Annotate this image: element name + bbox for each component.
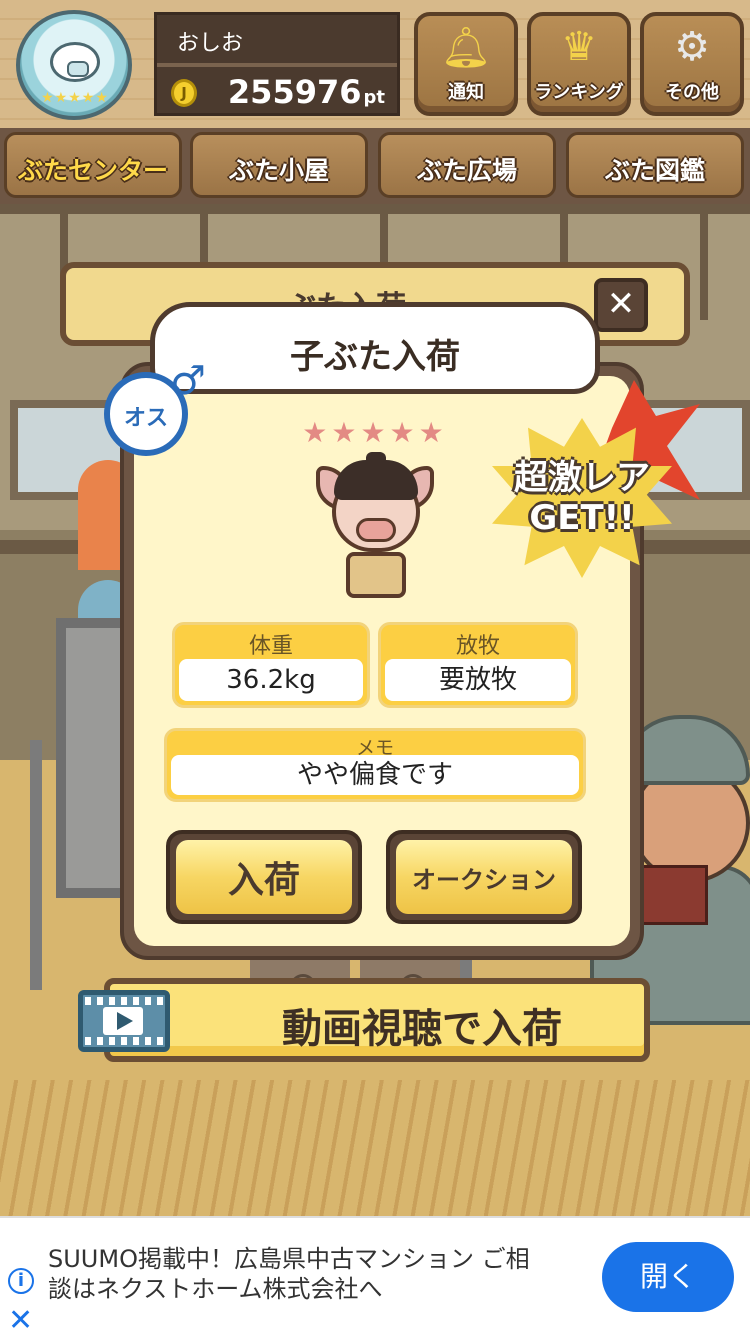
notification-label: 通知 xyxy=(448,82,484,103)
points-display: 255976 pt xyxy=(228,73,385,111)
tab-label: ぶたセンター xyxy=(17,156,168,185)
pig-face-icon xyxy=(50,42,100,82)
snout xyxy=(356,518,396,542)
ranking-label: ランキング xyxy=(534,82,624,103)
other-button[interactable]: ⚙ その他 xyxy=(640,12,744,116)
gender-label: オス xyxy=(123,406,168,431)
rarity-burst-line1: 超激レア xyxy=(514,458,650,498)
rank-stars-icon: ★★★★★ xyxy=(41,90,109,106)
piglet-robe xyxy=(346,552,406,598)
memo-value: やや偏食です xyxy=(171,755,579,795)
tab-label: ぶた広場 xyxy=(416,156,517,185)
tab-label: ぶた図鑑 xyxy=(604,156,705,185)
main-tabs: ぶたセンター ぶた小屋 ぶた広場 ぶた図鑑 xyxy=(0,128,750,204)
tab-buta-center[interactable]: ぶたセンター xyxy=(4,132,182,198)
stock-button-label: 入荷 xyxy=(227,860,300,901)
ad-text[interactable]: SUUMO掲載中！広島県中古マンション ご相談はネクストホーム株式会社へ xyxy=(48,1244,548,1304)
close-button[interactable]: ✕ xyxy=(594,278,648,332)
memo-stat: メモ やや偏食です xyxy=(164,728,586,802)
points-unit: pt xyxy=(363,87,386,108)
stock-button[interactable]: 入荷 xyxy=(166,830,362,924)
player-info-box: おしお J 255976 pt xyxy=(154,12,400,116)
male-gender-badge: ♂ オス xyxy=(104,358,206,456)
player-rank-avatar[interactable]: ★★★★★ xyxy=(16,10,132,120)
hay-floor xyxy=(0,1080,750,1216)
username: おしお xyxy=(177,31,244,56)
tab-buta-zukan[interactable]: ぶた図鑑 xyxy=(566,132,744,198)
ad-close-icon[interactable]: ✕ xyxy=(8,1306,33,1334)
piglet-illustration xyxy=(316,452,436,604)
coin-icon: J xyxy=(171,79,197,107)
ad-banner[interactable]: i ✕ SUUMO掲載中！広島県中古マンション ご相談はネクストホーム株式会社へ… xyxy=(0,1216,750,1334)
rarity-stars: ★★★★★ xyxy=(302,416,448,449)
gear-icon: ⚙ xyxy=(674,24,710,70)
watch-video-label: 動画視聴で入荷 xyxy=(282,1006,562,1052)
dialog-title: 子ぶた入荷 xyxy=(290,337,460,377)
ad-open-button[interactable]: 開く xyxy=(602,1242,734,1312)
topknot xyxy=(366,452,386,470)
truss xyxy=(700,200,708,320)
rarity-burst-line2: GET!! xyxy=(529,498,635,538)
tab-buta-koya[interactable]: ぶた小屋 xyxy=(190,132,368,198)
divider xyxy=(157,63,397,67)
tab-buta-hiroba[interactable]: ぶた広場 xyxy=(378,132,556,198)
grazing-value: 要放牧 xyxy=(385,659,571,701)
auction-button-label: オークション xyxy=(412,865,556,894)
male-symbol-icon: ♂ xyxy=(170,358,206,404)
auction-button[interactable]: オークション xyxy=(386,830,582,924)
ad-info-icon[interactable]: i xyxy=(8,1268,34,1294)
notification-button[interactable]: 🔔︎ 通知 xyxy=(414,12,518,116)
top-header: ★★★★★ おしお J 255976 pt 🔔︎ 通知 ♛ ランキング ⚙ その他 xyxy=(0,0,750,128)
watch-video-stock-button[interactable]: 動画視聴で入荷 xyxy=(104,978,650,1062)
dialog-title-banner: 子ぶた入荷 xyxy=(150,302,600,394)
grazing-stat: 放牧 要放牧 xyxy=(378,622,578,708)
bell-icon: 🔔︎ xyxy=(440,25,492,71)
crown-icon: ♛ xyxy=(561,24,597,70)
cart-leg xyxy=(30,740,42,990)
weight-value: 36.2kg xyxy=(179,659,363,701)
weight-stat: 体重 36.2kg xyxy=(172,622,370,708)
video-film-icon xyxy=(78,990,170,1052)
play-icon xyxy=(103,1007,143,1035)
other-label: その他 xyxy=(665,82,719,103)
tab-label: ぶた小屋 xyxy=(228,156,329,185)
ranking-button[interactable]: ♛ ランキング xyxy=(527,12,631,116)
points-value: 255976 xyxy=(227,73,362,111)
rarity-burst-text: 超激レア GET!! xyxy=(492,458,672,538)
